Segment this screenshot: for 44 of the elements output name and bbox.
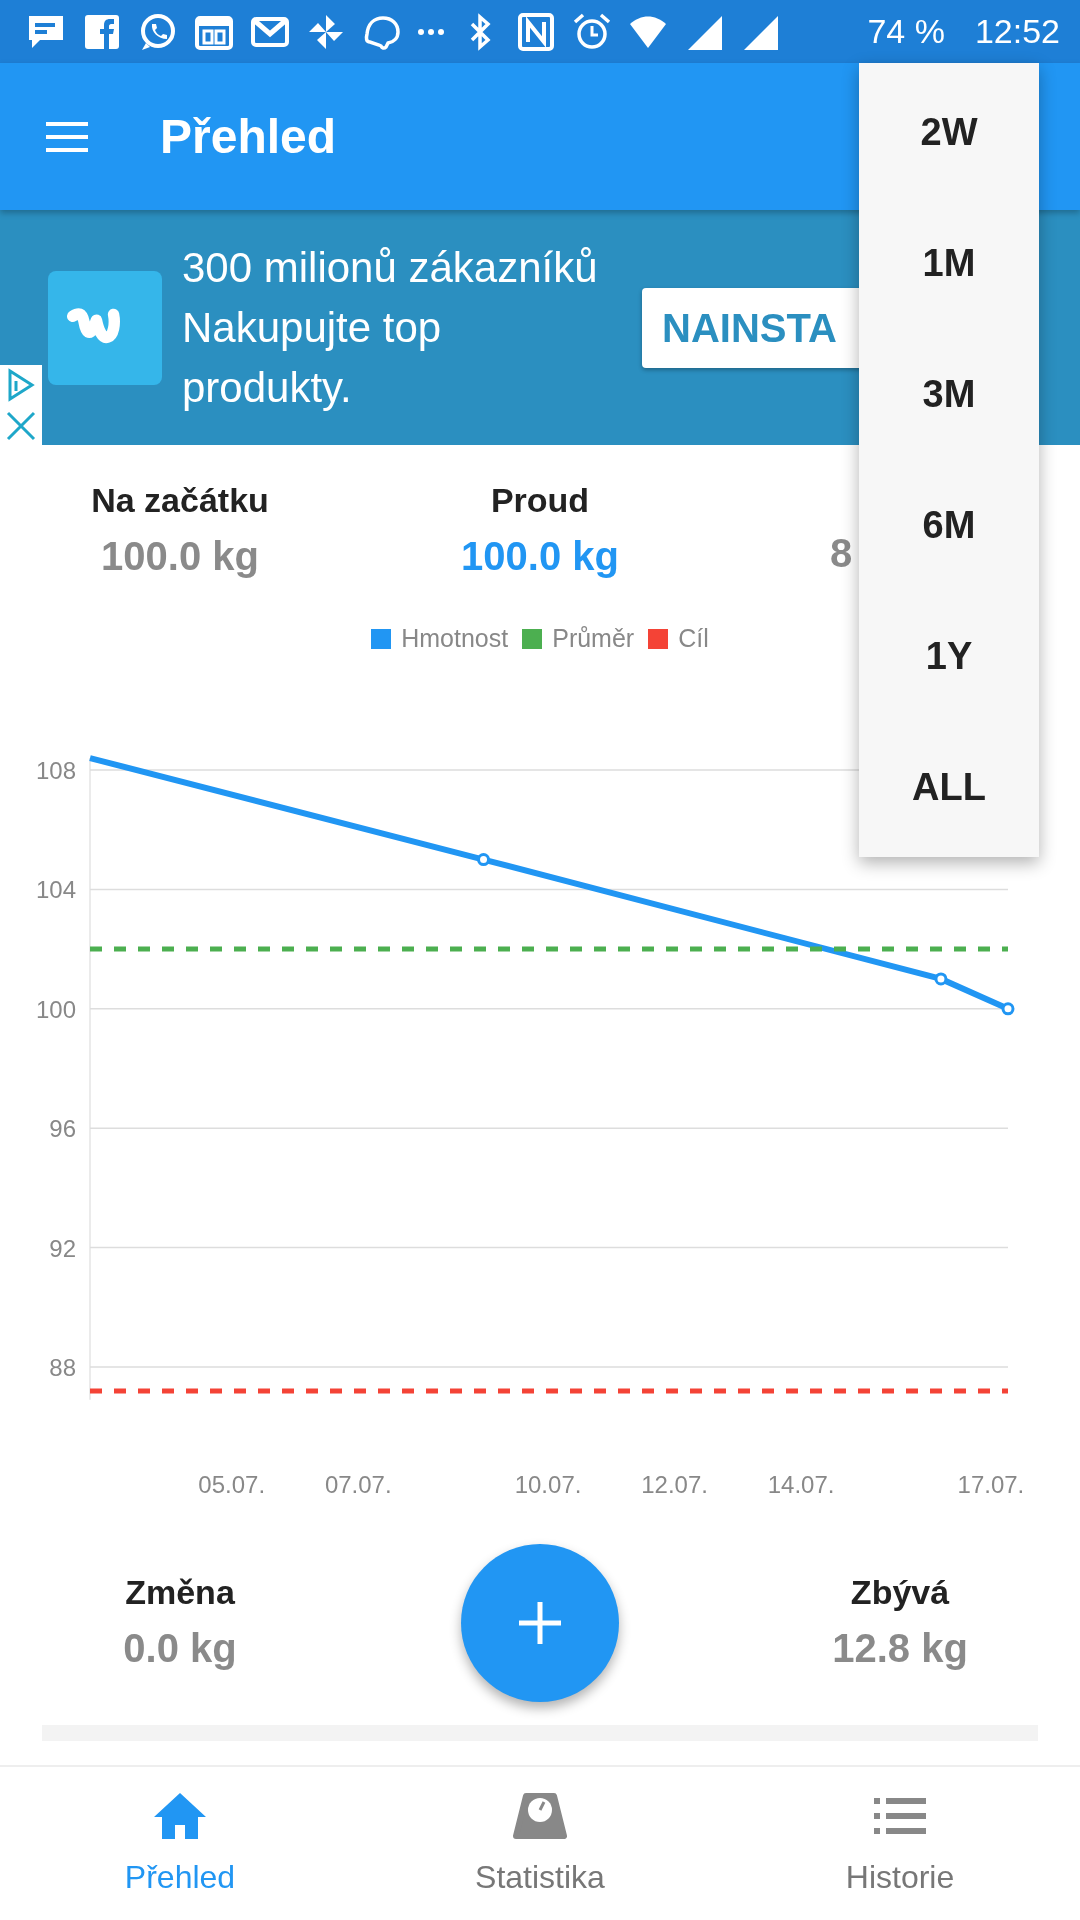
legend-item: Hmotnost — [371, 620, 509, 658]
axis-label: 12.07. — [641, 1471, 708, 1498]
stat-label: Zbývá — [849, 1572, 951, 1613]
axis-label: 14.07. — [767, 1471, 835, 1498]
stat-value: 12.8 kg — [831, 1625, 969, 1672]
alarm-icon — [572, 11, 612, 52]
stat-value: 100.0 kg — [460, 533, 620, 580]
data-point — [477, 853, 490, 867]
menu-icon[interactable] — [46, 119, 88, 154]
axis-label: 17.07. — [957, 1471, 1025, 1498]
menu-item[interactable]: 1Y — [859, 591, 1039, 722]
axis-label: 104 — [35, 876, 76, 904]
legend-item: Průměr — [522, 620, 635, 658]
axis-label: 96 — [49, 1115, 76, 1143]
stat-value: 8 — [830, 530, 853, 577]
home-icon — [152, 1790, 208, 1841]
stat-value: 0.0 kg — [122, 1625, 238, 1672]
axis-label: 92 — [49, 1234, 76, 1262]
menu-item[interactable]: 2W — [859, 67, 1039, 198]
axis-label: 100 — [35, 995, 76, 1023]
axis-label: 07.07. — [324, 1471, 392, 1498]
stat-label: Změna — [124, 1572, 236, 1613]
battery-percentage: 74 % — [867, 11, 945, 52]
clock: 12:52 — [974, 11, 1060, 52]
nav-tab[interactable]: Statistika — [360, 1767, 720, 1920]
axis-label: 108 — [35, 757, 76, 784]
menu-item[interactable]: ALL — [859, 722, 1039, 853]
ad-text: 300 milionů zákazníků Nakupujte top produkty. — [182, 242, 599, 413]
axis-label: 88 — [49, 1354, 76, 1381]
add-button[interactable] — [461, 1543, 619, 1702]
chat-phone-icon — [138, 11, 178, 52]
axis-label: 10.07. — [514, 1471, 582, 1498]
nav-tab[interactable]: Historie — [720, 1767, 1080, 1920]
menu-item[interactable]: 6M — [859, 460, 1039, 591]
data-point — [1001, 1002, 1015, 1016]
stat-value: 100.0 kg — [100, 533, 260, 580]
screen-title: Přehled — [160, 108, 337, 165]
stat-label: Na začátku — [90, 480, 270, 521]
data-point — [934, 972, 948, 986]
legend-item: Cíl — [648, 620, 709, 658]
nfc-icon — [516, 11, 556, 52]
stat-label: Proud — [489, 480, 591, 521]
more-icon — [418, 28, 444, 35]
axis-label: 05.07. — [198, 1471, 266, 1498]
